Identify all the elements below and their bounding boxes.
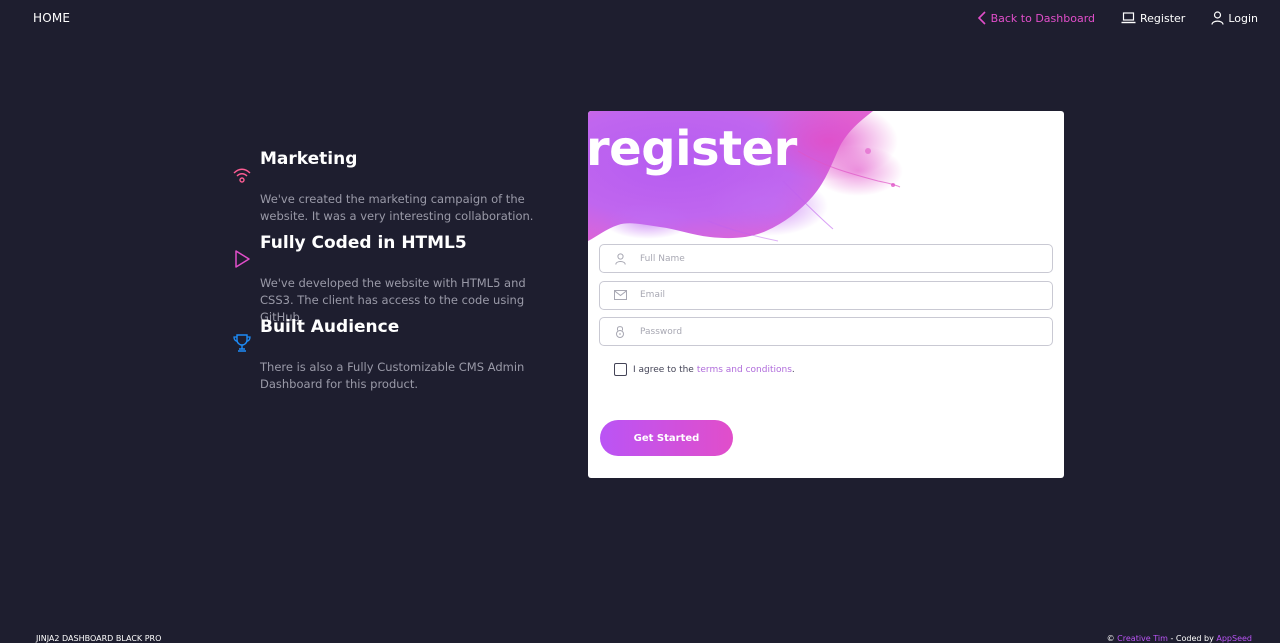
feature-marketing: Marketing We've created the marketing ca…	[228, 148, 558, 232]
feature-description: We've created the marketing campaign of …	[260, 192, 534, 223]
lock-icon	[616, 326, 624, 338]
email-icon	[613, 290, 627, 300]
back-to-dashboard-link[interactable]: Back to Dashboard	[977, 11, 1095, 25]
home-link[interactable]: HOME	[33, 11, 70, 25]
password-group	[599, 317, 1053, 346]
terms-link[interactable]: terms and conditions	[697, 365, 792, 375]
navbar: HOME Back to Dashboard Register Login	[0, 0, 1280, 38]
input-icon-wrap	[600, 325, 640, 338]
trophy-icon	[233, 334, 251, 352]
back-to-dashboard-label: Back to Dashboard	[990, 11, 1096, 25]
feature-title: Marketing	[260, 149, 358, 169]
card-header: register	[588, 111, 1064, 243]
register-form: I agree to the terms and conditions . Ge…	[599, 244, 1053, 456]
wifi-icon	[233, 168, 251, 183]
coded-by-text: - Coded by	[1170, 634, 1214, 643]
laptop-icon	[1121, 12, 1136, 24]
features-list: Marketing We've created the marketing ca…	[228, 148, 558, 400]
chevron-left-icon	[977, 11, 986, 25]
creative-tim-link[interactable]: Creative Tim	[1117, 634, 1168, 643]
input-icon-wrap	[600, 252, 640, 265]
terms-checkbox[interactable]	[614, 363, 627, 376]
nav-links: Back to Dashboard Register Login	[977, 11, 1258, 25]
feature-description: There is also a Fully Customizable CMS A…	[260, 360, 525, 391]
register-label: Register	[1140, 11, 1186, 25]
user-icon	[614, 252, 626, 265]
card-title: register	[588, 121, 797, 177]
terms-suffix: .	[791, 364, 795, 375]
register-card: register Full Name Email I agree to the …	[588, 111, 1064, 478]
email-input[interactable]	[640, 290, 1040, 300]
footer-brand: JINJA2 DASHBOARD BLACK PRO	[36, 634, 162, 643]
terms-row: I agree to the terms and conditions .	[614, 363, 795, 376]
feature-audience: Built Audience There is also a Fully Cus…	[228, 316, 558, 400]
play-icon	[235, 250, 250, 268]
register-link[interactable]: Register	[1121, 12, 1185, 25]
footer-credits: © Creative Tim - Coded by AppSeed	[1107, 634, 1252, 643]
get-started-button[interactable]: Get Started	[600, 420, 733, 456]
password-input[interactable]	[640, 326, 1040, 337]
feature-html5: Fully Coded in HTML5 We've developed the…	[228, 232, 558, 324]
user-icon	[1211, 11, 1224, 25]
appseed-link[interactable]: AppSeed	[1216, 634, 1252, 643]
agree-text: I agree to the	[633, 364, 694, 375]
full-name-input[interactable]	[640, 253, 1040, 264]
feature-title: Built Audience	[260, 317, 400, 337]
feature-title: Fully Coded in HTML5	[260, 233, 467, 253]
login-link[interactable]: Login	[1211, 11, 1258, 25]
full-name-group	[599, 244, 1053, 273]
email-group	[599, 280, 1053, 310]
login-label: Login	[1228, 11, 1258, 25]
copyright-symbol: ©	[1106, 634, 1115, 643]
input-icon-wrap	[600, 290, 640, 300]
